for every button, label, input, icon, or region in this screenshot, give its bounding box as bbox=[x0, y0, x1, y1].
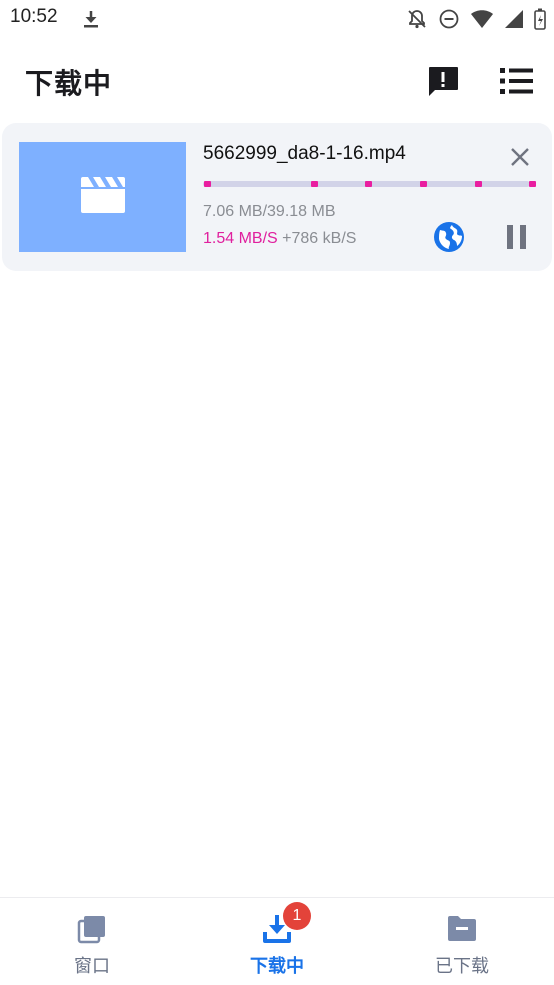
nav-item-downloaded[interactable]: 已下载 bbox=[370, 898, 554, 985]
speed-row: 1.54 MB/S +786 kB/S bbox=[203, 230, 356, 248]
cellular-signal-icon bbox=[504, 9, 524, 33]
nav-label-windows: 窗口 bbox=[74, 956, 110, 977]
nav-label-downloading: 下载中 bbox=[250, 956, 304, 977]
bottom-navigation: 窗口 下载中 1 已下载 bbox=[0, 897, 554, 985]
wifi-icon bbox=[470, 9, 494, 33]
nav-item-windows[interactable]: 窗口 bbox=[0, 898, 184, 985]
pause-icon[interactable] bbox=[504, 223, 530, 251]
feedback-icon[interactable] bbox=[426, 64, 460, 98]
movie-clapper-icon bbox=[79, 175, 127, 219]
download-speed: 1.54 MB/S bbox=[203, 230, 278, 247]
nav-label-downloaded: 已下载 bbox=[435, 956, 489, 977]
progress-segment bbox=[311, 181, 318, 187]
app-bar: 下载中 bbox=[0, 52, 554, 110]
battery-icon bbox=[534, 8, 546, 34]
status-bar: 10:52 bbox=[0, 0, 554, 40]
list-icon[interactable] bbox=[498, 64, 536, 98]
do-not-disturb-icon bbox=[438, 8, 460, 34]
page-title: 下载中 bbox=[25, 67, 113, 100]
download-progress-bar bbox=[203, 181, 536, 187]
folder-icon bbox=[446, 914, 478, 946]
progress-segment bbox=[204, 181, 211, 187]
progress-segment bbox=[475, 181, 482, 187]
extra-speed: +786 kB/S bbox=[282, 230, 357, 247]
download-size: 7.06 MB/39.18 MB bbox=[203, 203, 336, 220]
notifications-off-icon bbox=[406, 8, 428, 34]
nav-item-downloading[interactable]: 下载中 bbox=[185, 898, 369, 985]
globe-icon[interactable] bbox=[433, 221, 465, 253]
windows-stack-icon bbox=[77, 914, 107, 948]
status-time: 10:52 bbox=[10, 6, 58, 27]
status-icons bbox=[406, 8, 546, 34]
download-icon bbox=[82, 9, 100, 33]
progress-segment bbox=[365, 181, 372, 187]
close-icon[interactable] bbox=[508, 145, 532, 169]
progress-segment bbox=[529, 181, 536, 187]
progress-segment bbox=[420, 181, 427, 187]
file-name: 5662999_da8-1-16.mp4 bbox=[203, 143, 406, 164]
download-item[interactable]: 5662999_da8-1-16.mp4 7.06 MB/39.18 MB 1.… bbox=[2, 123, 552, 271]
video-thumbnail bbox=[19, 142, 186, 252]
download-count-badge: 1 bbox=[283, 902, 311, 930]
